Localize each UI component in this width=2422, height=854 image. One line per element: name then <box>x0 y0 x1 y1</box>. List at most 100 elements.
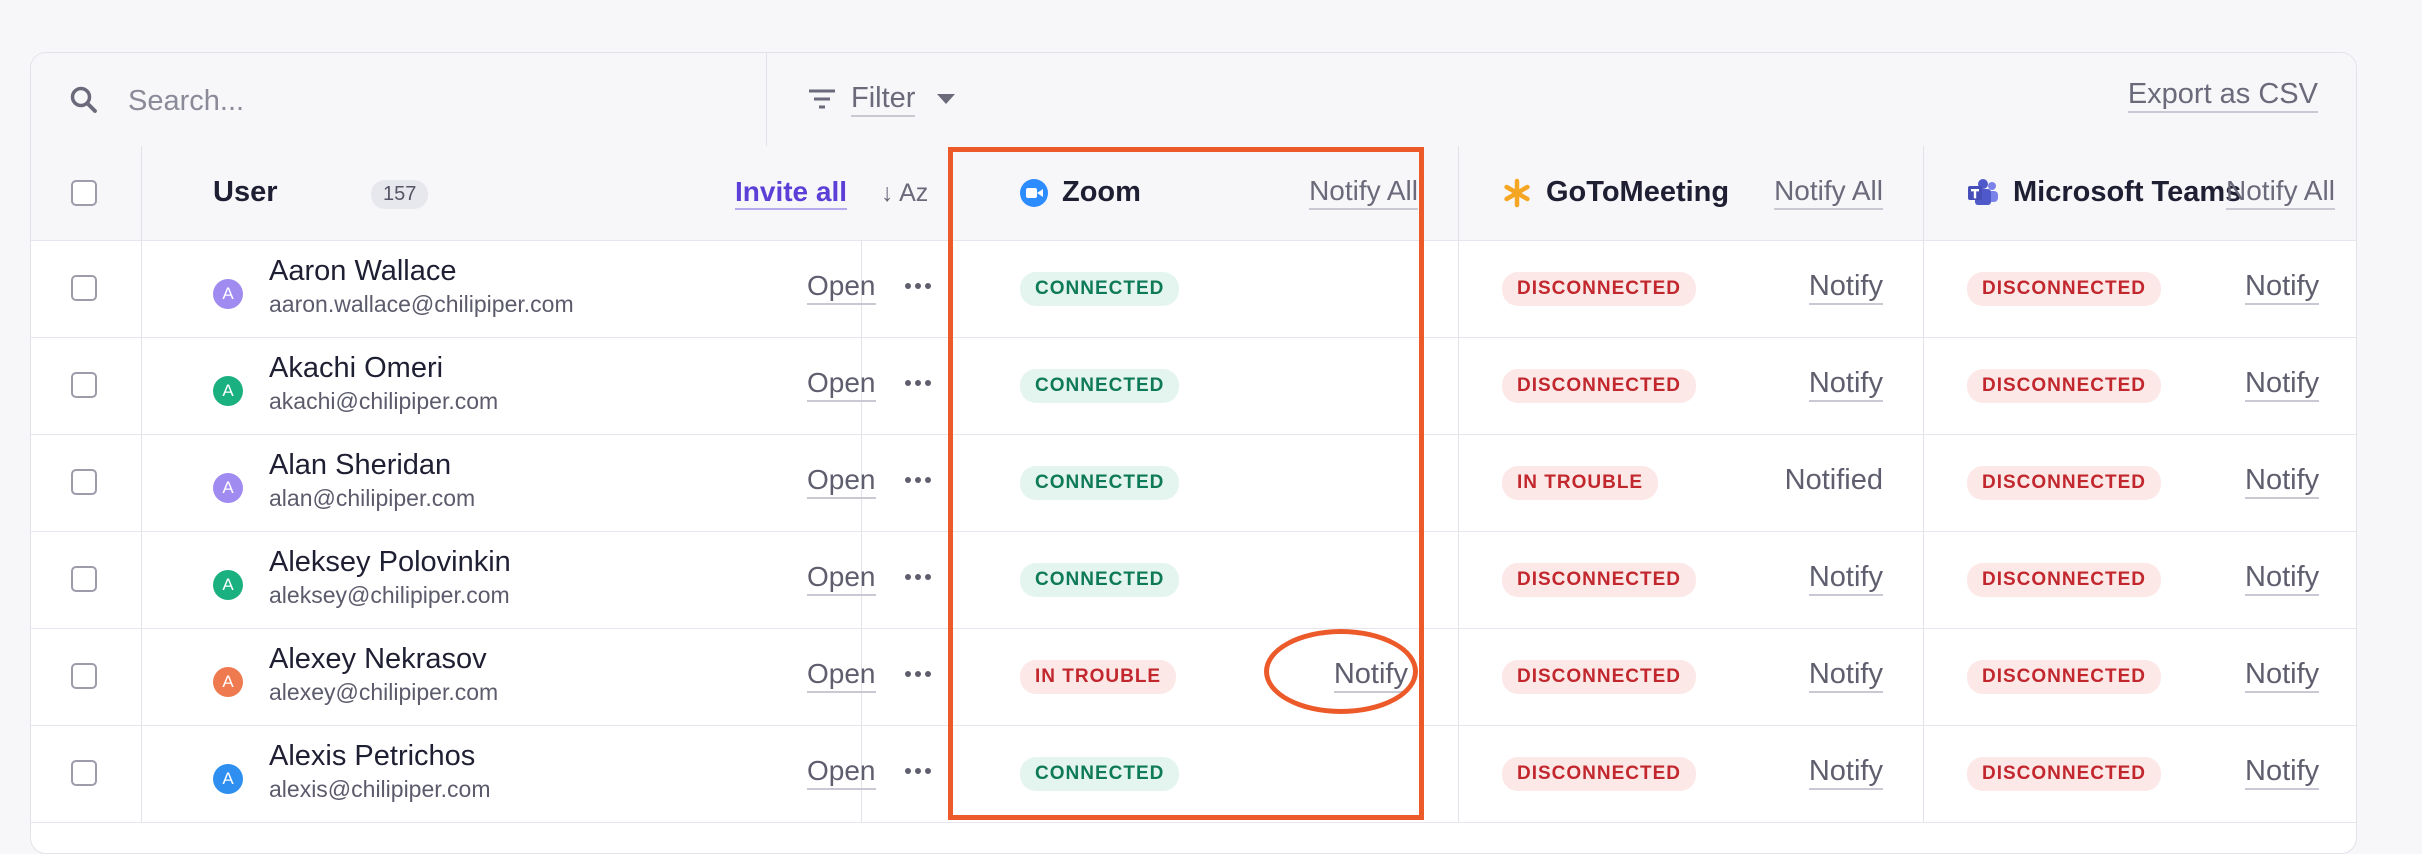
gotomeeting-status-badge: IN TROUBLE <box>1502 466 1659 500</box>
gotomeeting-status-badge: DISCONNECTED <box>1502 757 1697 791</box>
teams-status-cell: DISCONNECTED Notify <box>1923 532 2356 628</box>
row-checkbox[interactable] <box>71 663 97 689</box>
user-email: alexey@chilipiper.com <box>269 679 499 705</box>
teams-column-title: Microsoft Teams <box>2013 176 2242 208</box>
user-cell: A Aaron Wallace aaron.wallace@chilipiper… <box>141 241 876 337</box>
more-options-icon[interactable] <box>905 768 931 774</box>
user-email: aaron.wallace@chilipiper.com <box>269 291 574 317</box>
teams-status-cell: DISCONNECTED Notify <box>1923 435 2356 531</box>
teams-column-header: Microsoft Teams Notify All <box>1923 146 2356 240</box>
avatar: A <box>213 667 243 697</box>
sort-az-button[interactable]: ↓ Az <box>881 179 928 208</box>
search-input[interactable] <box>126 79 730 123</box>
avatar: A <box>213 764 243 794</box>
user-name: Aaron Wallace <box>269 255 457 287</box>
teams-status-cell: DISCONNECTED Notify <box>1923 726 2356 822</box>
user-column-header: User 157 Invite all ↓ Az <box>141 146 976 240</box>
teams-status-badge: DISCONNECTED <box>1967 563 2162 597</box>
teams-status-cell: DISCONNECTED Notify <box>1923 338 2356 434</box>
row-select-cell <box>31 435 142 531</box>
gotomeeting-notify-button[interactable]: Notified <box>1785 463 1883 497</box>
gotomeeting-status-cell: IN TROUBLE Notified <box>1458 435 1924 531</box>
teams-notify-button[interactable]: Notify <box>2245 754 2320 790</box>
user-email: alexis@chilipiper.com <box>269 776 491 802</box>
filter-button[interactable]: Filter <box>807 77 956 121</box>
gotomeeting-status-badge: DISCONNECTED <box>1502 563 1697 597</box>
user-count-badge: 157 <box>371 180 429 209</box>
row-checkbox[interactable] <box>71 275 97 301</box>
gotomeeting-status-cell: DISCONNECTED Notify <box>1458 338 1924 434</box>
filter-label: Filter <box>851 81 916 117</box>
teams-status-badge: DISCONNECTED <box>1967 660 2162 694</box>
user-cell: A Alexis Petrichos alexis@chilipiper.com… <box>141 726 876 822</box>
row-select-cell <box>31 629 142 725</box>
user-name: Alexis Petrichos <box>269 740 476 772</box>
row-checkbox[interactable] <box>71 760 97 786</box>
user-column-title: User <box>213 176 278 208</box>
user-name: Alan Sheridan <box>269 449 452 481</box>
teams-notify-button[interactable]: Notify <box>2245 560 2320 596</box>
export-csv-button[interactable]: Export as CSV <box>2127 77 2318 113</box>
user-cell: A Akachi Omeri akachi@chilipiper.com Ope… <box>141 338 876 434</box>
select-all-cell <box>31 146 142 240</box>
gotomeeting-column-header: GoToMeeting Notify All <box>1458 146 1924 240</box>
search-icon <box>70 86 97 113</box>
select-all-checkbox[interactable] <box>71 180 97 206</box>
search-area <box>31 53 767 146</box>
user-email: akachi@chilipiper.com <box>269 388 499 414</box>
user-cell: A Aleksey Polovinkin aleksey@chilipiper.… <box>141 532 876 628</box>
more-options-icon[interactable] <box>905 477 931 483</box>
chevron-down-icon <box>937 94 956 104</box>
teams-notify-button[interactable]: Notify <box>2245 657 2320 693</box>
teams-status-badge: DISCONNECTED <box>1967 757 2162 791</box>
gotomeeting-status-badge: DISCONNECTED <box>1502 272 1697 306</box>
row-checkbox[interactable] <box>71 372 97 398</box>
teams-notify-button[interactable]: Notify <box>2245 366 2320 402</box>
row-select-cell <box>31 338 142 434</box>
avatar: A <box>213 570 243 600</box>
gotomeeting-notify-button[interactable]: Notify <box>1808 657 1883 693</box>
gotomeeting-notify-button[interactable]: Notify <box>1808 754 1883 790</box>
more-options-icon[interactable] <box>905 283 931 289</box>
row-checkbox[interactable] <box>71 566 97 592</box>
invite-all-button[interactable]: Invite all <box>735 176 848 210</box>
more-options-icon[interactable] <box>905 574 931 580</box>
user-cell: A Alexey Nekrasov alexey@chilipiper.com … <box>141 629 876 725</box>
gotomeeting-icon <box>1504 178 1530 207</box>
teams-status-badge: DISCONNECTED <box>1967 369 2162 403</box>
avatar: A <box>213 473 243 503</box>
row-checkbox[interactable] <box>71 469 97 495</box>
teams-notify-button[interactable]: Notify <box>2245 463 2320 499</box>
avatar: A <box>213 279 243 309</box>
notify-highlight-circle <box>1264 629 1418 714</box>
gotomeeting-notify-button[interactable]: Notify <box>1808 560 1883 596</box>
user-name: Alexey Nekrasov <box>269 643 487 675</box>
user-name: Akachi Omeri <box>269 352 444 384</box>
gotomeeting-column-title: GoToMeeting <box>1546 176 1730 208</box>
more-options-icon[interactable] <box>905 671 931 677</box>
user-name: Aleksey Polovinkin <box>269 546 511 578</box>
gotomeeting-status-badge: DISCONNECTED <box>1502 369 1697 403</box>
teams-status-cell: DISCONNECTED Notify <box>1923 629 2356 725</box>
teams-status-badge: DISCONNECTED <box>1967 272 2162 306</box>
teams-notify-button[interactable]: Notify <box>2245 269 2320 305</box>
more-options-icon[interactable] <box>905 380 931 386</box>
toolbar: Filter Export as CSV <box>31 53 2356 147</box>
gotomeeting-status-cell: DISCONNECTED Notify <box>1458 726 1924 822</box>
user-email: aleksey@chilipiper.com <box>269 582 510 608</box>
teams-notify-all-button[interactable]: Notify All <box>2226 174 2335 210</box>
teams-status-badge: DISCONNECTED <box>1967 466 2162 500</box>
gotomeeting-notify-button[interactable]: Notify <box>1808 269 1883 305</box>
zoom-column-highlight <box>948 147 1424 820</box>
row-select-cell <box>31 241 142 337</box>
gotomeeting-notify-button[interactable]: Notify <box>1808 366 1883 402</box>
row-select-cell <box>31 532 142 628</box>
filter-icon <box>809 89 835 109</box>
gotomeeting-status-cell: DISCONNECTED Notify <box>1458 532 1924 628</box>
row-select-cell <box>31 726 142 822</box>
gotomeeting-notify-all-button[interactable]: Notify All <box>1774 174 1883 210</box>
user-cell: A Alan Sheridan alan@chilipiper.com Open <box>141 435 876 531</box>
avatar: A <box>213 376 243 406</box>
gotomeeting-status-badge: DISCONNECTED <box>1502 660 1697 694</box>
microsoft-teams-icon <box>1968 178 1998 205</box>
